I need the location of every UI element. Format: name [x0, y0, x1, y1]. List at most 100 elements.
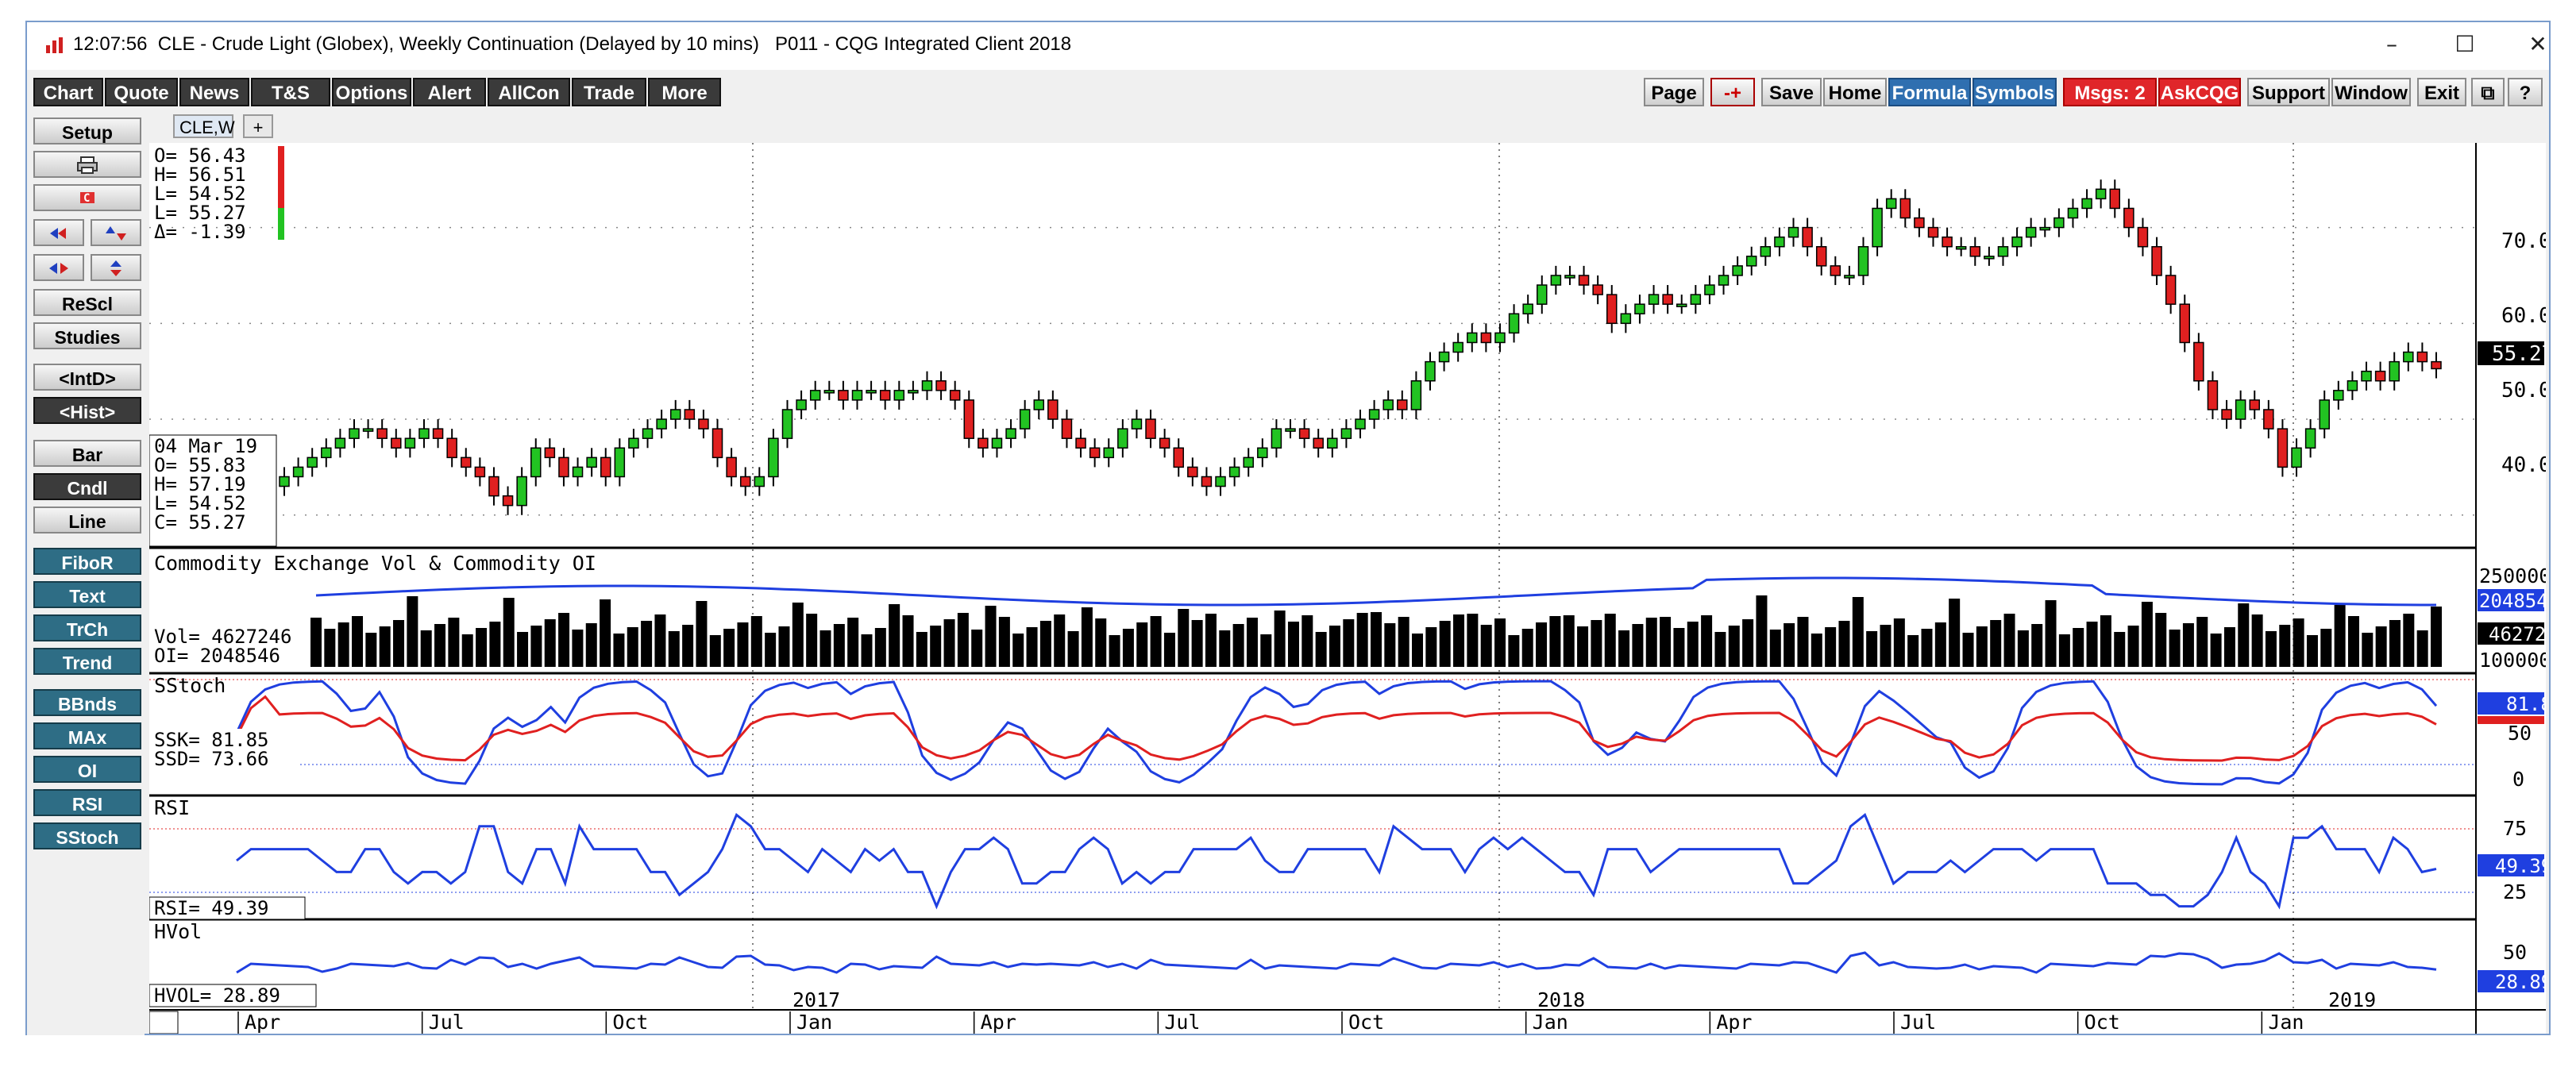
time-sales-button[interactable]: T&S: [251, 78, 330, 106]
volume-panel-title: Commodity Exchange Vol & Commodity OI: [154, 552, 596, 575]
volume-bar: [1109, 635, 1120, 667]
volume-bar: [2017, 630, 2029, 667]
page-button[interactable]: Page: [1644, 78, 1704, 106]
volume-bar: [833, 624, 845, 667]
historical-button[interactable]: <Hist>: [33, 397, 141, 424]
close-button[interactable]: ✕: [2500, 22, 2576, 67]
price-chart-svg[interactable]: O= 56.43 H= 56.51 L= 54.52 L= 55.27 Δ= -…: [148, 143, 2563, 1034]
window-button[interactable]: Window: [2331, 78, 2411, 106]
allcon-button[interactable]: AllCon: [488, 78, 570, 106]
chart-button[interactable]: Chart: [33, 78, 103, 106]
symbols-button[interactable]: Symbols: [1972, 78, 2057, 106]
candle-body: [2095, 188, 2107, 200]
candle-body: [307, 456, 318, 468]
formula-button[interactable]: Formula: [1888, 78, 1971, 106]
text-tool-button[interactable]: Text: [33, 581, 141, 608]
candle-body: [1802, 226, 1813, 248]
volume-bar: [2431, 607, 2442, 667]
candle-body: [1271, 428, 1282, 449]
volume-bar: [1480, 625, 1492, 667]
bar-type-button[interactable]: Bar: [33, 440, 141, 467]
candle-body: [279, 476, 290, 487]
volume-bar: [1921, 629, 1933, 667]
year-2018: 2018: [1537, 988, 1585, 1011]
candle-body: [1857, 245, 1869, 276]
candle-body: [446, 437, 457, 459]
trend-line-button[interactable]: Trend: [33, 648, 141, 675]
hvol-line: [236, 951, 2437, 974]
candle-body: [1844, 275, 1855, 279]
print-icon[interactable]: [33, 151, 141, 178]
save-button[interactable]: Save: [1761, 78, 1822, 106]
quote-button[interactable]: Quote: [105, 78, 178, 106]
ssk-line: [235, 680, 2438, 786]
support-button[interactable]: Support: [2247, 78, 2330, 106]
candle-type-button[interactable]: Cndl: [33, 473, 141, 500]
volume-bar: [1301, 615, 1313, 667]
volume-bar: [1962, 633, 1974, 667]
messages-button[interactable]: Msgs: 2: [2063, 78, 2157, 106]
candle-body: [2067, 207, 2079, 219]
options-button[interactable]: Options: [332, 78, 411, 106]
candle-body: [2304, 428, 2316, 449]
volume-bar: [889, 604, 900, 667]
add-tab-button[interactable]: +: [243, 114, 273, 138]
volume-bar: [2003, 614, 2015, 667]
candle-body: [2403, 351, 2414, 363]
candle-body: [879, 390, 891, 401]
askcqg-button[interactable]: AskCQG: [2158, 78, 2241, 106]
volume-bar: [1591, 620, 1602, 667]
time-axis: Apr Jul Oct Jan Apr Jul Oct Jan Apr Jul Oct Jan: [237, 1011, 2304, 1034]
expand-icon[interactable]: [91, 254, 141, 281]
candle-body: [349, 428, 360, 439]
compress-icon[interactable]: [33, 254, 84, 281]
zoom-arrows-button[interactable]: -+: [1710, 78, 1755, 106]
candle-body: [1815, 245, 1827, 267]
candle-body: [2333, 390, 2344, 401]
chart-area[interactable]: O= 56.43 H= 56.51 L= 54.52 L= 55.27 Δ= -…: [148, 143, 2563, 1034]
sstoch-button[interactable]: SStoch: [33, 822, 141, 849]
studies-button[interactable]: Studies: [33, 322, 141, 349]
home-button[interactable]: Home: [1823, 78, 1887, 106]
volume-bar: [957, 613, 969, 667]
more-button[interactable]: More: [648, 78, 721, 106]
candle-body: [1131, 418, 1143, 429]
intraday-button[interactable]: <IntD>: [33, 364, 141, 391]
line-type-button[interactable]: Line: [33, 507, 141, 534]
volume-bar: [1054, 614, 1066, 667]
candle-body: [1355, 418, 1366, 429]
trade-button[interactable]: Trade: [572, 78, 646, 106]
moving-average-button[interactable]: MAx: [33, 722, 141, 749]
fibonacci-button[interactable]: FiboR: [33, 548, 141, 575]
alert-button[interactable]: Alert: [413, 78, 486, 106]
candle-body: [656, 418, 667, 429]
clear-icon[interactable]: C: [33, 184, 141, 211]
tab-cle-weekly[interactable]: CLE,W: [173, 114, 235, 138]
volume-bar: [641, 621, 653, 667]
rsi-button[interactable]: RSI: [33, 789, 141, 816]
volume-bar: [723, 629, 735, 667]
rescale-button[interactable]: ReScl: [33, 289, 141, 316]
candle-body: [1047, 399, 1059, 420]
scroll-updown-icon[interactable]: [91, 219, 141, 246]
candle-body: [2193, 341, 2204, 382]
restore-icon[interactable]: ⧉: [2471, 78, 2505, 106]
candlestick-series: [279, 179, 2442, 515]
scroll-left-icon[interactable]: [33, 219, 84, 246]
trend-channel-button[interactable]: TrCh: [33, 614, 141, 641]
news-button[interactable]: News: [179, 78, 249, 106]
candle-body: [1760, 245, 1772, 257]
setup-button[interactable]: Setup: [33, 117, 141, 144]
volume-bar: [971, 630, 983, 667]
volume-bar: [379, 626, 391, 667]
help-button[interactable]: ?: [2508, 78, 2543, 106]
candle-body: [684, 409, 696, 420]
volume-bar: [1949, 599, 1961, 667]
open-interest-button[interactable]: OI: [33, 756, 141, 783]
volume-bar: [2155, 613, 2167, 667]
exit-button[interactable]: Exit: [2417, 78, 2466, 106]
bollinger-button[interactable]: BBnds: [33, 689, 141, 716]
candle-body: [1467, 332, 1478, 344]
minimize-button[interactable]: –: [2354, 22, 2430, 67]
maximize-button[interactable]: ☐: [2427, 22, 2503, 67]
